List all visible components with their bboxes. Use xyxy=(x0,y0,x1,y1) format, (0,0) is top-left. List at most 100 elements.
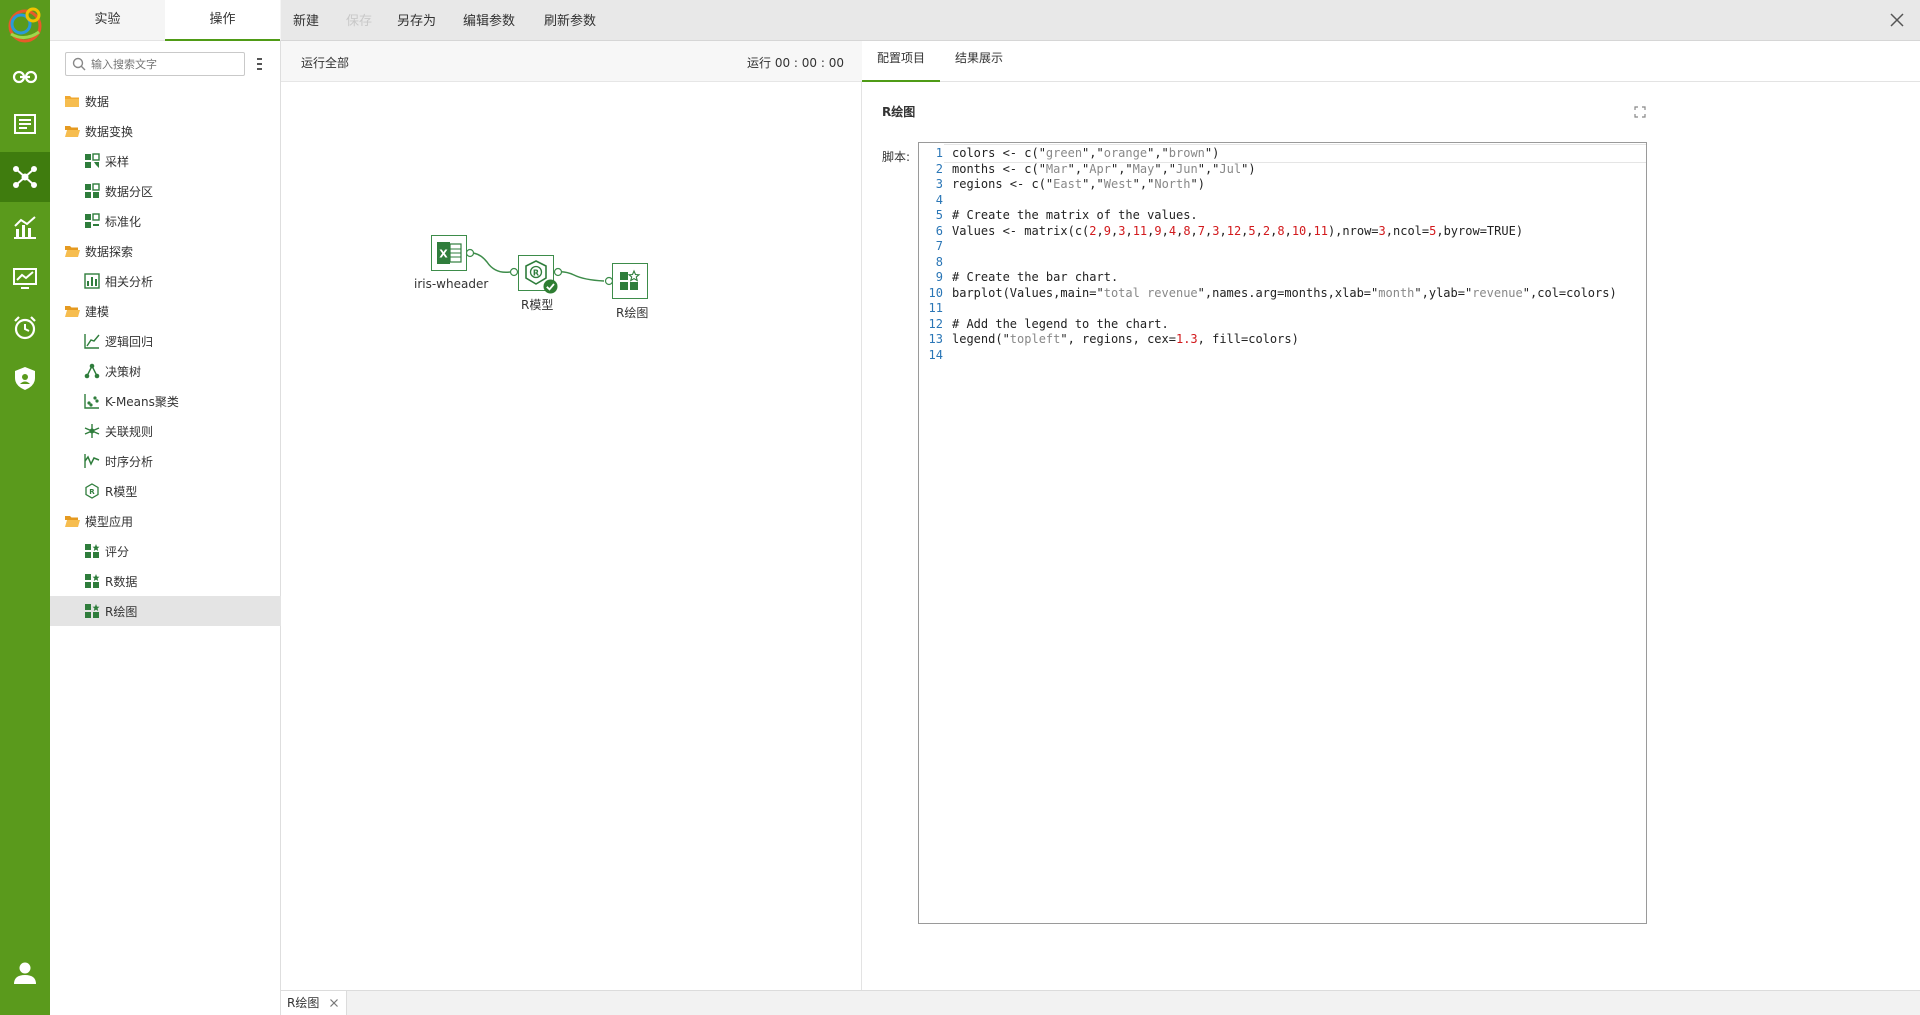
script-editor[interactable]: 1 colors <- c("green","orange","brown") 2 m… xyxy=(918,142,1647,924)
tree-folder[interactable]: 数据变换 xyxy=(50,116,281,146)
rail-list-button[interactable] xyxy=(0,99,50,149)
search-box xyxy=(65,52,245,76)
folder-open-icon xyxy=(64,513,80,529)
search-icon xyxy=(72,57,86,71)
tree-item-label: 数据分区 xyxy=(105,184,154,199)
tree-folder[interactable]: 模型应用 xyxy=(50,506,281,536)
tree-item[interactable]: R R模型 xyxy=(50,476,281,506)
grid-app-icon xyxy=(84,603,100,619)
list-icon xyxy=(14,114,36,134)
operator-panel-tabs: 实验 操作 xyxy=(50,0,281,41)
grid-app-icon xyxy=(84,573,100,589)
tab-results[interactable]: 结果展示 xyxy=(940,41,1018,82)
rail-link-button[interactable] xyxy=(0,52,50,102)
normalize-icon xyxy=(84,213,100,229)
tree-folder[interactable]: 数据探索 xyxy=(50,236,281,266)
rail-workflow-button[interactable] xyxy=(0,152,50,202)
refresh-params-button[interactable]: 刷新参数 xyxy=(544,0,596,41)
save-button[interactable]: 保存 xyxy=(346,0,372,41)
tree-item[interactable]: 标准化 xyxy=(50,206,281,236)
tree-item[interactable]: 相关分析 xyxy=(50,266,281,296)
tree-item[interactable]: 数据分区 xyxy=(50,176,281,206)
rail-user-button[interactable] xyxy=(0,948,50,998)
folder-open-icon xyxy=(64,303,80,319)
top-toolbar: 新建 保存 另存为 编辑参数 刷新参数 xyxy=(281,0,1920,41)
code-line: 14 xyxy=(919,346,1646,365)
rail-chart-button[interactable] xyxy=(0,203,50,253)
search-input[interactable] xyxy=(91,55,241,73)
app-logo-icon xyxy=(8,7,42,43)
new-button[interactable]: 新建 xyxy=(293,0,319,41)
flow-node-r-plot[interactable] xyxy=(612,263,648,299)
tree-item[interactable]: 采样 xyxy=(50,146,281,176)
link-icon xyxy=(12,70,38,84)
tab-operations[interactable]: 操作 xyxy=(165,0,280,41)
flow-node-r-model[interactable]: R xyxy=(518,255,558,294)
monitor-icon xyxy=(13,268,37,289)
tab-config[interactable]: 配置项目 xyxy=(862,41,941,82)
folder-icon xyxy=(64,93,80,109)
config-tabs: 配置项目 结果展示 xyxy=(862,41,1920,82)
connection-excel-r-model xyxy=(468,252,511,274)
tree-item-label: 逻辑回归 xyxy=(105,334,154,349)
operator-tree: 数据数据变换采样数据分区标准化数据探索相关分析建模逻辑回归决策树 K-Means聚… xyxy=(50,86,281,626)
tab-experiment[interactable]: 实验 xyxy=(50,0,165,41)
operator-panel: 实验 操作 数据数据变换采样数据分区标准化数据探索相关分析建模逻辑回归决策树 K-… xyxy=(50,0,281,1015)
rail-alarm-button[interactable] xyxy=(0,303,50,353)
tree-item[interactable]: R绘图 xyxy=(50,596,281,626)
flow-node-iris-wheader[interactable]: X xyxy=(431,235,467,271)
user-icon xyxy=(14,962,36,984)
tree-item-label: R模型 xyxy=(105,484,138,499)
bar-chart-icon xyxy=(14,216,36,239)
tree-item-label: 相关分析 xyxy=(105,274,154,289)
correlation-icon xyxy=(84,273,100,289)
shield-icon xyxy=(15,367,35,390)
svg-text:X: X xyxy=(439,248,448,261)
alarm-clock-icon xyxy=(14,316,36,340)
r-model-icon: R xyxy=(84,483,100,499)
line-number: 14 xyxy=(928,347,943,362)
workflow-canvas[interactable]: X iris-wheader R R模型 R绘图 xyxy=(281,82,862,990)
success-check-icon xyxy=(543,279,558,294)
folder-open-icon xyxy=(64,243,80,259)
tree-item[interactable]: R数据 xyxy=(50,566,281,596)
expand-icon[interactable] xyxy=(1634,106,1646,118)
edit-params-button[interactable]: 编辑参数 xyxy=(463,0,515,41)
grid-app-icon xyxy=(612,263,648,299)
tree-icon xyxy=(84,363,100,379)
sampling-icon xyxy=(84,153,100,169)
rail-security-button[interactable] xyxy=(0,353,50,403)
bottom-tab-label: R绘图 xyxy=(287,996,320,1010)
tree-item-label: 评分 xyxy=(105,544,130,559)
svg-text:R: R xyxy=(89,488,95,496)
tree-item-label: K-Means聚类 xyxy=(105,394,179,409)
close-icon[interactable] xyxy=(1888,11,1906,29)
tree-item-label: 数据探索 xyxy=(85,244,134,259)
save-as-button[interactable]: 另存为 xyxy=(397,0,436,41)
canvas-toolbar: 运行全部 运行 00 : 00 : 00 xyxy=(281,41,862,82)
tree-item[interactable]: 关联规则 xyxy=(50,416,281,446)
flow-node-label: R模型 xyxy=(521,298,554,312)
grid-app-icon xyxy=(84,543,100,559)
rail-monitor-button[interactable] xyxy=(0,253,50,303)
tree-folder[interactable]: 建模 xyxy=(50,296,281,326)
menu-icon[interactable] xyxy=(252,55,266,73)
tree-item-label: 时序分析 xyxy=(105,454,154,469)
cluster-icon xyxy=(84,393,100,409)
script-label: 脚本: xyxy=(882,150,911,164)
tree-item-label: 数据 xyxy=(85,94,110,109)
run-all-button[interactable]: 运行全部 xyxy=(301,54,349,71)
workflow-connections xyxy=(465,248,614,286)
tree-item[interactable]: 逻辑回归 xyxy=(50,326,281,356)
tree-item[interactable]: K-Means聚类 xyxy=(50,386,281,416)
tree-folder[interactable]: 数据 xyxy=(50,86,281,116)
nav-rail xyxy=(0,0,50,1015)
tree-item[interactable]: 时序分析 xyxy=(50,446,281,476)
tree-item[interactable]: 评分 xyxy=(50,536,281,566)
svg-text:R: R xyxy=(533,269,539,278)
close-tab-icon[interactable] xyxy=(329,998,339,1008)
tree-item-label: 数据变换 xyxy=(85,124,134,139)
tree-item[interactable]: 决策树 xyxy=(50,356,281,386)
app-window: 实验 操作 数据数据变换采样数据分区标准化数据探索相关分析建模逻辑回归决策树 K-… xyxy=(0,0,1920,1015)
bottom-tab-r-plot[interactable]: R绘图 xyxy=(281,991,347,1015)
